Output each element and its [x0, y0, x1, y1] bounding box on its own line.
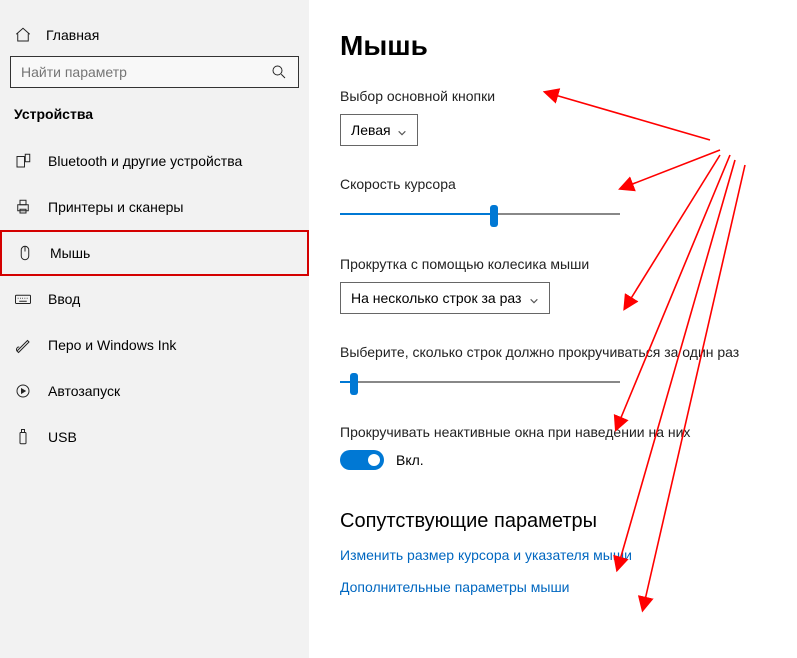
sidebar: Главная Устройства Bluetooth и другие ус… [0, 0, 310, 658]
home-nav[interactable]: Главная [10, 20, 299, 56]
main-content: Мышь Выбор основной кнопки Левая Скорост… [310, 0, 797, 658]
keyboard-icon [14, 290, 32, 308]
nav-label: Bluetooth и другие устройства [48, 153, 242, 169]
slider-thumb[interactable] [490, 205, 498, 227]
lines-section: Выберите, сколько строк должно прокручив… [340, 344, 767, 394]
mouse-icon [16, 244, 34, 262]
search-input[interactable] [21, 64, 248, 80]
nav-label: Перо и Windows Ink [48, 337, 176, 353]
devices-icon [14, 152, 32, 170]
nav-label: Ввод [48, 291, 80, 307]
chevron-down-icon [397, 125, 407, 135]
sidebar-item-bluetooth[interactable]: Bluetooth и другие устройства [0, 138, 309, 184]
sidebar-item-mouse[interactable]: Мышь [0, 230, 309, 276]
slider-fill [340, 213, 494, 215]
scroll-mode-select[interactable]: На несколько строк за раз [340, 282, 550, 314]
primary-button-label: Выбор основной кнопки [340, 88, 767, 104]
cursor-speed-label: Скорость курсора [340, 176, 767, 192]
inactive-section: Прокручивать неактивные окна при наведен… [340, 424, 767, 470]
category-label: Устройства [10, 106, 299, 138]
search-icon [270, 63, 288, 81]
search-box[interactable] [10, 56, 299, 88]
select-value: На несколько строк за раз [351, 290, 521, 306]
sidebar-item-autoplay[interactable]: Автозапуск [0, 368, 309, 414]
cursor-speed-section: Скорость курсора [340, 176, 767, 226]
home-icon [14, 26, 32, 44]
inactive-label: Прокручивать неактивные окна при наведен… [340, 424, 767, 440]
slider-thumb[interactable] [350, 373, 358, 395]
nav-label: Мышь [50, 245, 90, 261]
pen-icon [14, 336, 32, 354]
inactive-toggle[interactable] [340, 450, 384, 470]
nav-list: Bluetooth и другие устройства Принтеры и… [0, 138, 309, 460]
toggle-state: Вкл. [396, 452, 424, 468]
sidebar-item-printers[interactable]: Принтеры и сканеры [0, 184, 309, 230]
autoplay-icon [14, 382, 32, 400]
sidebar-item-typing[interactable]: Ввод [0, 276, 309, 322]
lines-slider[interactable] [340, 370, 620, 394]
primary-button-section: Выбор основной кнопки Левая [340, 88, 767, 146]
scroll-mode-section: Прокрутка с помощью колесика мыши На нес… [340, 256, 767, 314]
link-advanced-mouse[interactable]: Дополнительные параметры мыши [340, 579, 767, 595]
related-title: Сопутствующие параметры [340, 510, 767, 533]
usb-icon [14, 428, 32, 446]
sidebar-item-pen[interactable]: Перо и Windows Ink [0, 322, 309, 368]
link-cursor-size[interactable]: Изменить размер курсора и указателя мыши [340, 547, 767, 563]
primary-button-select[interactable]: Левая [340, 114, 418, 146]
printer-icon [14, 198, 32, 216]
chevron-down-icon [529, 293, 539, 303]
nav-label: Автозапуск [48, 383, 120, 399]
home-label: Главная [46, 27, 99, 43]
toggle-knob [368, 454, 380, 466]
sidebar-item-usb[interactable]: USB [0, 414, 309, 460]
slider-track [340, 381, 620, 383]
nav-label: USB [48, 429, 77, 445]
page-title: Мышь [340, 30, 767, 62]
scroll-mode-label: Прокрутка с помощью колесика мыши [340, 256, 767, 272]
select-value: Левая [351, 122, 391, 138]
nav-label: Принтеры и сканеры [48, 199, 183, 215]
lines-label: Выберите, сколько строк должно прокручив… [340, 344, 767, 360]
cursor-speed-slider[interactable] [340, 202, 620, 226]
